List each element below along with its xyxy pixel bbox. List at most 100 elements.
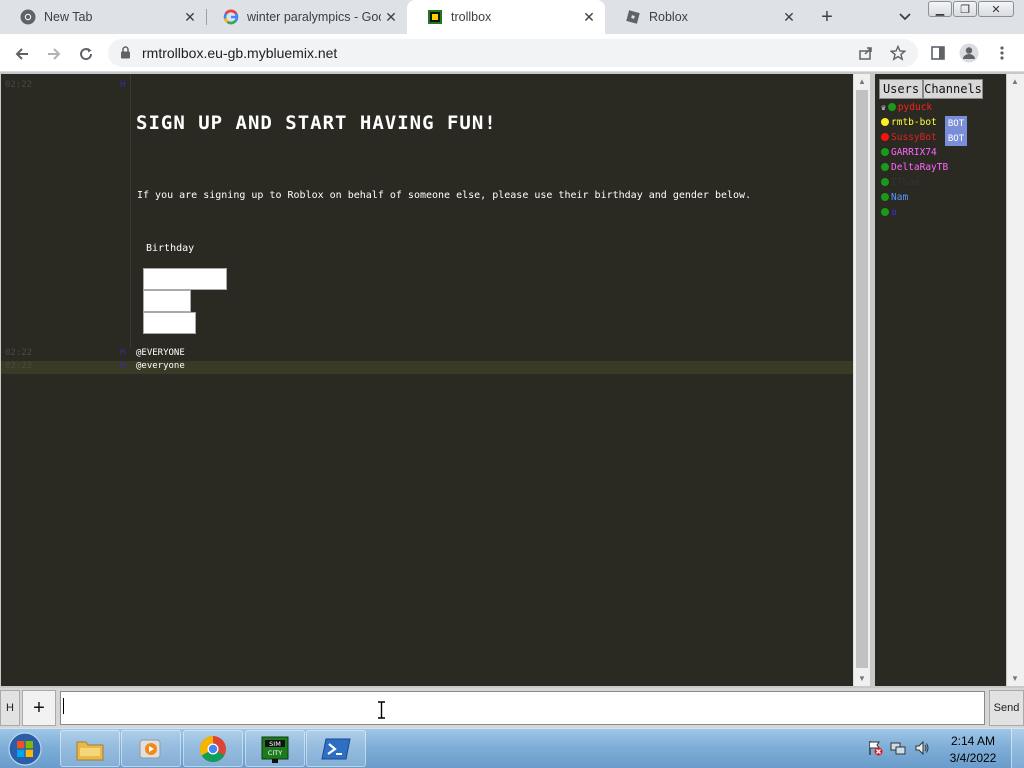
- user-entry[interactable]: rmtb-bot: [881, 115, 937, 129]
- scroll-down-arrow-icon[interactable]: ▼: [858, 674, 866, 683]
- minimize-window-icon[interactable]: ▁: [928, 1, 952, 17]
- reload-icon[interactable]: [73, 41, 99, 67]
- user-name: a: [891, 206, 897, 218]
- scroll-down-arrow-icon[interactable]: ▼: [1011, 674, 1019, 683]
- user-name: Nam: [891, 191, 909, 203]
- add-button[interactable]: +: [22, 690, 56, 726]
- tab-search-chevron-icon[interactable]: [894, 6, 916, 28]
- powershell-icon: [321, 738, 351, 759]
- volume-icon[interactable]: [913, 739, 931, 757]
- new-tab-plus-icon[interactable]: +: [815, 5, 839, 29]
- scroll-up-arrow-icon[interactable]: ▲: [1011, 77, 1019, 86]
- message-nick[interactable]: H: [120, 361, 125, 371]
- chat-message: 02:22 H @EVERYONE: [1, 348, 853, 361]
- taskbar-chrome[interactable]: [183, 730, 243, 767]
- action-center-flag-icon[interactable]: [866, 739, 884, 757]
- bookmark-star-icon[interactable]: [886, 41, 910, 65]
- back-arrow-icon[interactable]: [9, 41, 35, 67]
- clock-time: 2:14 AM: [950, 734, 996, 748]
- page-content: 02:22 H SIGN UP AND START HAVING FUN! If…: [0, 72, 1024, 688]
- simcity-icon: SIMCITY: [261, 736, 289, 763]
- svg-text:SIM: SIM: [269, 740, 281, 748]
- birthday-day-field[interactable]: [143, 290, 191, 312]
- windows-taskbar: SIM CITY 2:14 AM 3/4/2022: [0, 728, 1024, 768]
- user-name: SussyBot: [891, 131, 937, 143]
- side-panel-icon[interactable]: [926, 41, 950, 65]
- tab-winter-paralympics[interactable]: winter paralympics - Goo ✕: [203, 0, 407, 34]
- taskbar-powershell[interactable]: [306, 730, 366, 767]
- birthday-year-field[interactable]: [143, 312, 196, 334]
- user-entry[interactable]: ♛ pyduck: [881, 100, 932, 114]
- chat-message: 02:22 H: [1, 80, 853, 93]
- online-dot-icon: [887, 103, 896, 111]
- user-entry[interactable]: Nam: [881, 190, 908, 204]
- chrome-icon: [199, 735, 226, 762]
- taskbar-file-explorer[interactable]: [60, 730, 120, 767]
- online-dot-icon: [881, 148, 889, 156]
- user-name: DeltaRayTB: [891, 161, 949, 173]
- network-icon[interactable]: [889, 739, 907, 757]
- user-name: ITham: [891, 176, 920, 188]
- media-player-icon: [139, 739, 161, 758]
- tab-trollbox[interactable]: trollbox ✕: [407, 0, 605, 34]
- online-dot-icon: [881, 208, 889, 216]
- user-entry[interactable]: ITham: [881, 175, 920, 189]
- user-entry[interactable]: GARRIX74: [881, 145, 937, 159]
- user-entry[interactable]: DeltaRayTB: [881, 160, 948, 174]
- address-bar[interactable]: rmtrollbox.eu-gb.mybluemix.net: [108, 39, 918, 67]
- trollbox-icon: [427, 9, 443, 25]
- share-icon[interactable]: [854, 41, 878, 65]
- online-dot-icon: [881, 163, 889, 171]
- close-tab-icon[interactable]: ✕: [779, 7, 799, 27]
- clock-date: 3/4/2022: [949, 751, 997, 765]
- taskbar-media-player[interactable]: [121, 730, 181, 767]
- tab-new-tab[interactable]: New Tab ✕: [0, 0, 206, 34]
- bot-badge: BOT: [945, 131, 967, 146]
- system-clock[interactable]: 2:14 AM 3/4/2022: [940, 733, 1006, 767]
- close-tab-icon[interactable]: ✕: [381, 7, 401, 27]
- roblox-icon: [625, 9, 641, 25]
- birthday-label: Birthday: [146, 243, 195, 254]
- start-button[interactable]: [4, 730, 46, 768]
- profile-avatar-icon[interactable]: [957, 41, 981, 65]
- taskbar-simcity[interactable]: SIM CITY: [245, 730, 305, 767]
- scrollbar-thumb[interactable]: [856, 90, 868, 668]
- user-name: GARRIX74: [891, 146, 937, 158]
- user-list-scrollbar[interactable]: ▲ ▼: [1007, 74, 1024, 686]
- tab-strip: New Tab ✕ winter paralympics - Goo ✕ tro…: [0, 0, 1024, 34]
- message-time: 02:22: [5, 80, 33, 90]
- message-input[interactable]: [60, 691, 985, 725]
- online-dot-icon: [881, 133, 889, 141]
- nick-button[interactable]: H: [0, 690, 20, 726]
- text-cursor-icon: [378, 701, 385, 719]
- close-tab-icon[interactable]: ✕: [180, 7, 200, 27]
- chat-scrollbar[interactable]: ▲ ▼: [853, 74, 870, 686]
- close-tab-icon[interactable]: ✕: [579, 7, 599, 27]
- user-entry[interactable]: a: [881, 205, 897, 219]
- online-dot-icon: [881, 178, 889, 186]
- tab-users[interactable]: Users: [879, 79, 923, 99]
- online-dot-icon: [881, 193, 889, 201]
- send-button[interactable]: Send: [989, 690, 1024, 726]
- chat-log[interactable]: 02:22 H SIGN UP AND START HAVING FUN! If…: [1, 74, 853, 686]
- show-desktop-button[interactable]: [1011, 729, 1024, 768]
- tab-title: trollbox: [451, 10, 492, 24]
- close-window-icon[interactable]: ✕: [978, 1, 1014, 17]
- restore-window-icon[interactable]: ❐: [953, 1, 977, 17]
- signup-notice: If you are signing up to Roblox on behal…: [137, 190, 752, 201]
- lock-icon: [120, 46, 131, 64]
- forward-arrow-icon[interactable]: [41, 41, 67, 67]
- user-entry[interactable]: SussyBot: [881, 130, 937, 144]
- tab-channels[interactable]: Channels: [923, 79, 983, 99]
- more-menu-icon[interactable]: [990, 41, 1014, 65]
- message-divider: [130, 74, 131, 348]
- scroll-up-arrow-icon[interactable]: ▲: [858, 77, 866, 86]
- message-text: @everyone: [136, 361, 185, 371]
- tab-roblox[interactable]: Roblox ✕: [605, 0, 805, 34]
- google-icon: [223, 9, 239, 25]
- message-nick[interactable]: H: [120, 348, 125, 358]
- message-time: 02:23: [5, 361, 33, 371]
- birthday-month-field[interactable]: [143, 268, 227, 290]
- message-nick[interactable]: H: [120, 80, 125, 90]
- message-time: 02:22: [5, 348, 33, 358]
